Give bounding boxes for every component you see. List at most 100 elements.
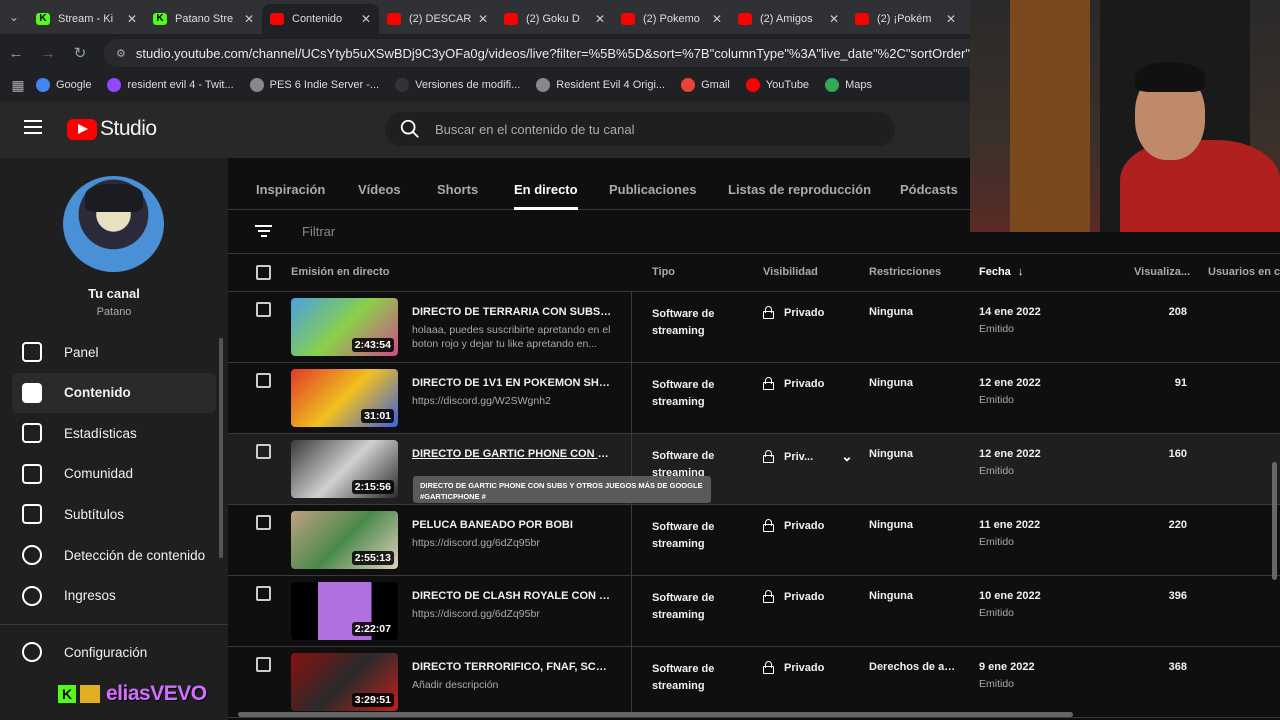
sidebar-item-subtitles[interactable]: Subtítulos [12,494,216,534]
video-thumbnail[interactable]: 2:43:54 [291,298,398,356]
close-icon[interactable]: ✕ [946,12,956,26]
row-checkbox[interactable] [256,515,271,530]
duration-badge: 2:43:54 [351,338,394,352]
close-icon[interactable]: ✕ [127,12,137,26]
table-row[interactable]: 2:43:54 DIRECTO DE TERRARIA CON SUBS, N..… [228,292,1280,363]
col-type: Tipo [652,266,676,278]
browser-tab[interactable]: (2) ¡Pokém ✕ [847,4,964,34]
row-checkbox[interactable] [256,373,271,388]
tab-content[interactable]: Pódcasts [900,182,958,197]
close-icon[interactable]: ✕ [361,12,371,26]
sidebar-item-dashboard[interactable]: Panel [12,332,216,372]
row-checkbox[interactable] [256,657,271,672]
tab-content[interactable]: Inspiración [256,182,325,197]
table-horizontal-scrollbar[interactable] [238,712,1073,717]
sidebar-item-monetization[interactable]: Ingresos [12,576,216,616]
row-checkbox[interactable] [256,302,271,317]
video-title[interactable]: DIRECTO DE CLASH ROYALE CON SU... [412,590,612,602]
table-row[interactable]: 2:15:56 DIRECTO DE GARTIC PHONE CON SU...… [228,434,1280,505]
tab-content[interactable]: Shorts [437,182,478,197]
table-row[interactable]: 3:29:51 DIRECTO TERRORIFICO, FNAF, SCP Y … [228,647,1280,718]
video-title[interactable]: DIRECTO DE GARTIC PHONE CON SU... [412,448,612,460]
bookmark-favicon-icon [536,78,551,92]
duration-badge: 2:22:07 [351,622,394,636]
channel-search[interactable]: Buscar en el contenido de tu canal [385,112,895,146]
channel-avatar[interactable] [63,176,164,272]
row-checkbox[interactable] [256,444,271,459]
sidebar-item-analytics[interactable]: Estadísticas [12,413,216,453]
video-thumbnail[interactable]: 3:29:51 [291,653,398,711]
video-title[interactable]: PELUCA BANEADO POR BOBI [412,519,612,531]
visibility-cell[interactable]: Privado [763,306,824,319]
browser-tab[interactable]: (2) Goku D ✕ [496,4,613,34]
tab-content[interactable]: Listas de reproducción [728,182,871,197]
video-thumbnail[interactable]: 2:22:07 [291,582,398,640]
back-icon[interactable]: ← [0,45,32,62]
studio-logo[interactable]: Studio [67,117,157,141]
tab-content[interactable]: Publicaciones [609,182,696,197]
visibility-cell[interactable]: Privado [763,661,824,674]
browser-tab[interactable]: K Patano Stre ✕ [145,4,262,34]
apps-grid-icon[interactable]: ▦ [0,77,36,94]
visibility-cell[interactable]: Privado [763,519,824,532]
video-title[interactable]: DIRECTO TERRORIFICO, FNAF, SCP Y ... [412,661,612,673]
sidebar-item-label: Configuración [64,644,148,660]
filter-input[interactable]: Filtrar [302,224,335,239]
visibility-cell[interactable]: Priv... ⌄ [763,448,853,465]
lock-icon [763,519,774,532]
browser-tab[interactable]: (2) DESCAR ✕ [379,4,496,34]
sidebar-item-community[interactable]: Comunidad [12,454,216,494]
bookmark-item[interactable]: YouTube [745,78,809,92]
close-icon[interactable]: ✕ [595,12,605,26]
video-thumbnail[interactable]: 2:55:13 [291,511,398,569]
visibility-label: Privado [784,590,825,603]
forward-icon[interactable]: → [32,45,64,62]
sidebar-item-copyright[interactable]: Detección de contenido [12,535,216,575]
video-title[interactable]: DIRECTO DE TERRARIA CON SUBS, N... [412,306,612,318]
col-date[interactable]: Fecha ↓ [979,266,1023,278]
chevron-down-icon[interactable]: ⌄ [841,448,853,465]
select-all-checkbox[interactable] [256,265,271,280]
status-cell: Emitido [979,536,1015,548]
bookmark-item[interactable]: Resident Evil 4 Origi... [536,78,665,92]
bookmark-label: Google [56,79,92,91]
bookmark-item[interactable]: Maps [825,78,872,92]
browser-tab[interactable]: (2) Pokemo ✕ [613,4,730,34]
filter-icon[interactable] [255,225,272,240]
dashboard-icon [22,342,42,362]
table-row[interactable]: 2:22:07 DIRECTO DE CLASH ROYALE CON SU...… [228,576,1280,647]
bookmark-item[interactable]: resident evil 4 - Twit... [107,78,234,92]
close-icon[interactable]: ✕ [712,12,722,26]
visibility-cell[interactable]: Privado [763,377,824,390]
close-icon[interactable]: ✕ [244,12,254,26]
url-bar[interactable]: ⚙ studio.youtube.com/channel/UCsYtyb5uXS… [104,39,970,67]
table-row[interactable]: 31:01 DIRECTO DE 1V1 EN POKEMON SHO... htt… [228,363,1280,434]
visibility-cell[interactable]: Privado [763,590,824,603]
browser-tab[interactable]: K Stream - Ki ✕ [28,4,145,34]
video-title[interactable]: DIRECTO DE 1V1 EN POKEMON SHO... [412,377,612,389]
reload-icon[interactable]: ↻ [64,44,96,62]
row-checkbox[interactable] [256,586,271,601]
close-icon[interactable]: ✕ [478,12,488,26]
tab-content[interactable]: En directo [514,182,578,210]
sidebar-item-content[interactable]: Contenido [12,372,216,413]
video-thumbnail[interactable]: 31:01 [291,369,398,427]
bookmark-item[interactable]: PES 6 Indie Server -... [249,78,379,92]
table-vertical-scrollbar[interactable] [1272,462,1277,580]
type-cell: Software de streaming [652,521,715,550]
table-row[interactable]: 2:55:13 PELUCA BANEADO POR BOBI https://di… [228,505,1280,576]
bookmark-item[interactable]: Versiones de modifi... [395,78,520,92]
tab-content[interactable]: Vídeos [358,182,401,197]
browser-tab[interactable]: (2) Amigos ✕ [730,4,847,34]
webcam-person-hair [1135,62,1205,92]
sidebar-scrollbar[interactable] [219,338,223,558]
browser-tab[interactable]: Contenido ✕ [262,4,379,34]
video-thumbnail[interactable]: 2:15:56 [291,440,398,498]
bookmark-item[interactable]: Google [36,78,91,92]
menu-icon[interactable] [24,120,42,134]
site-info-icon[interactable]: ⚙ [116,47,126,60]
close-icon[interactable]: ✕ [829,12,839,26]
sidebar-item-settings[interactable]: Configuración [12,632,216,672]
bookmark-item[interactable]: Gmail [681,78,730,92]
tab-search-icon[interactable]: ⌄ [0,0,28,34]
